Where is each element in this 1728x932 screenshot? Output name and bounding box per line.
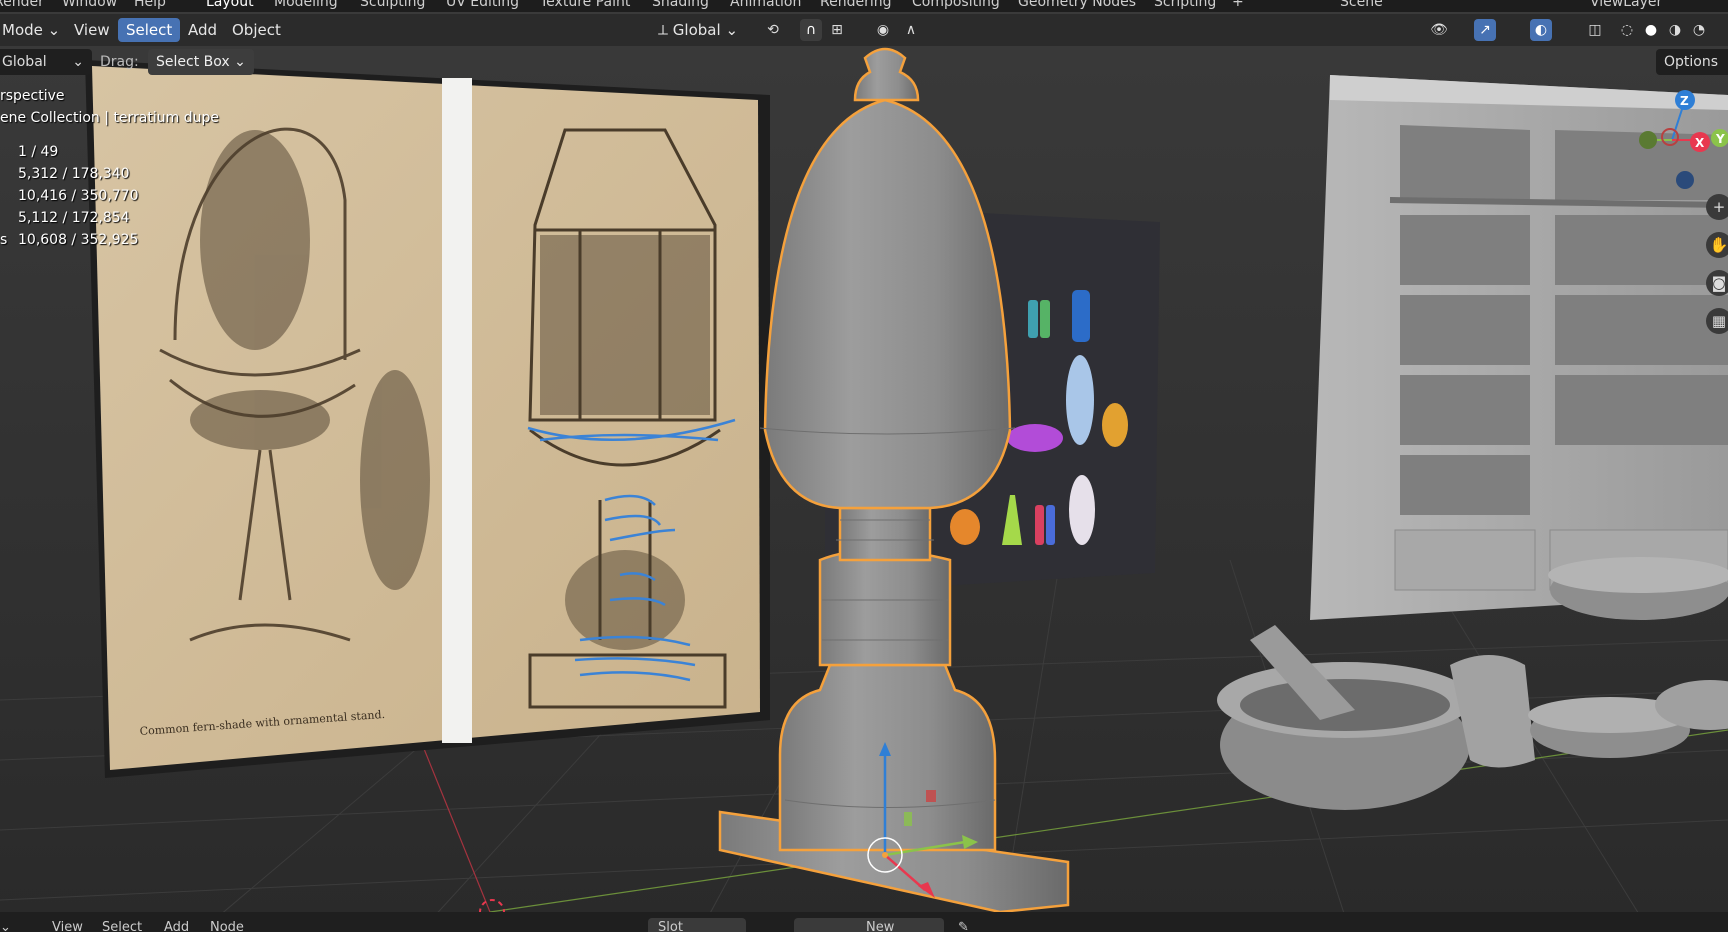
gizmo-toggle-icon[interactable]: ↗	[1474, 19, 1496, 41]
menu-window[interactable]: Window	[62, 0, 117, 10]
collection-label: ene Collection	[0, 110, 100, 126]
stat-objects-value: 1 / 49	[18, 144, 59, 160]
chevron-down-icon: ⌄	[72, 54, 84, 70]
tab-sculpting[interactable]: Sculpting	[360, 0, 425, 10]
tab-uv-editing[interactable]: UV Editing	[446, 0, 519, 10]
3d-viewport[interactable]: Common fern-shade with ornamental stand.	[0, 0, 1728, 932]
tab-geometry-nodes[interactable]: Geometry Nodes	[1018, 0, 1136, 10]
falloff-curve-icon[interactable]: ∧	[900, 19, 922, 41]
xray-toggle-icon[interactable]: ◫	[1584, 19, 1606, 41]
snap-increment-icon[interactable]: ⊞	[826, 19, 848, 41]
tab-compositing[interactable]: Compositing	[912, 0, 1000, 10]
shading-rendered-icon[interactable]: ◔	[1688, 19, 1710, 41]
editor-type-dropdown[interactable]: ⌄	[0, 920, 11, 932]
stat-vertices-value: 5,312 / 178,340	[18, 166, 130, 182]
bottom-add-menu[interactable]: Add	[164, 920, 189, 932]
view-menu[interactable]: View	[66, 18, 118, 42]
zoom-icon[interactable]: +	[1706, 194, 1728, 220]
pin-icon[interactable]: ✎	[958, 920, 969, 932]
slot-label: Slot	[658, 920, 683, 932]
bottom-view-menu[interactable]: View	[52, 920, 83, 932]
viewport-header: Mode ⌄ View Select Add Object ⟂ Global ⌄…	[0, 14, 1728, 46]
tab-animation[interactable]: Animation	[730, 0, 801, 10]
add-menu[interactable]: Add	[180, 18, 225, 42]
chevron-down-icon: ⌄	[725, 21, 739, 39]
shading-material-icon[interactable]: ◑	[1664, 19, 1686, 41]
mode-menu[interactable]: Mode ⌄	[0, 18, 68, 42]
gizmo-y-label: Y	[1715, 132, 1725, 146]
pivot-point-icon[interactable]: ⟲	[762, 19, 784, 41]
bottom-editor-header: ⌄ View Select Add Node Slot New ✎	[0, 912, 1728, 932]
view-name-text: rspective	[0, 88, 65, 104]
view-layer-selector[interactable]: ViewLayer	[1590, 0, 1662, 10]
menu-help[interactable]: Help	[134, 0, 166, 10]
tab-modeling[interactable]: Modeling	[274, 0, 338, 10]
transform-orientation-dropdown[interactable]: ⟂ Global ⌄	[650, 18, 746, 42]
shading-solid-icon[interactable]: ●	[1640, 19, 1662, 41]
perspective-toggle-icon[interactable]: ▦	[1706, 308, 1728, 334]
overlay-toggle-icon[interactable]: ◐	[1530, 19, 1552, 41]
workspace-tab-bar: Render Window Help Layout Modeling Sculp…	[0, 0, 1728, 12]
menu-render[interactable]: Render	[0, 0, 44, 10]
object-menu[interactable]: Object	[224, 18, 289, 42]
options-dropdown[interactable]: Options	[1656, 49, 1728, 75]
drag-select-box-dropdown[interactable]: Select Box ⌄	[148, 49, 254, 75]
drag-label: Drag:	[100, 54, 139, 70]
stat-edges-value: 10,416 / 350,770	[18, 188, 139, 204]
tab-scripting[interactable]: Scripting	[1154, 0, 1216, 10]
tab-shading[interactable]: Shading	[652, 0, 709, 10]
bottom-node-menu[interactable]: Node	[210, 920, 244, 932]
pan-hand-icon[interactable]: ✋	[1706, 232, 1728, 258]
orientation-label: Global	[2, 54, 47, 70]
add-workspace-icon[interactable]: +	[1232, 0, 1244, 10]
stat-faces-value: 5,112 / 172,854	[18, 210, 130, 226]
tab-layout[interactable]: Layout	[206, 0, 254, 10]
orientation-icon: ⟂	[658, 21, 669, 39]
stat-triangles-label: s	[0, 232, 8, 248]
shading-wireframe-icon[interactable]: ◌	[1616, 19, 1638, 41]
viewport-scene: Common fern-shade with ornamental stand.	[0, 0, 1728, 932]
gizmo-z-label: Z	[1680, 94, 1689, 108]
collection-name-text: ene Collection | terratium dupe	[0, 110, 219, 126]
gizmo-x-label: X	[1695, 136, 1705, 150]
new-label: New	[866, 920, 895, 932]
mode-label: Mode	[2, 21, 43, 39]
stat-triangles-value: 10,608 / 352,925	[18, 232, 139, 248]
shelf-cabinet[interactable]	[1310, 75, 1728, 620]
camera-icon[interactable]: ◙	[1706, 270, 1728, 296]
visibility-eye-icon[interactable]: 👁	[1428, 19, 1450, 41]
reference-image-plane[interactable]: Common fern-shade with ornamental stand.	[85, 60, 770, 778]
tab-rendering[interactable]: Rendering	[820, 0, 892, 10]
orientation-dropdown[interactable]: Global ⌄	[0, 49, 92, 75]
drag-value-label: Select Box	[156, 54, 230, 70]
chevron-down-icon: ⌄	[234, 54, 246, 70]
snap-magnet-icon[interactable]: ∩	[800, 19, 822, 41]
chevron-down-icon: ⌄	[47, 21, 61, 39]
bottom-select-menu[interactable]: Select	[102, 920, 142, 932]
active-object-label: terratium dupe	[113, 110, 219, 126]
scene-selector[interactable]: Scene	[1340, 0, 1383, 10]
tab-texture-paint[interactable]: Texture Paint	[540, 0, 630, 10]
transform-orientation-label: Global	[672, 21, 721, 39]
select-menu[interactable]: Select	[118, 18, 181, 42]
proportional-edit-icon[interactable]: ◉	[872, 19, 894, 41]
